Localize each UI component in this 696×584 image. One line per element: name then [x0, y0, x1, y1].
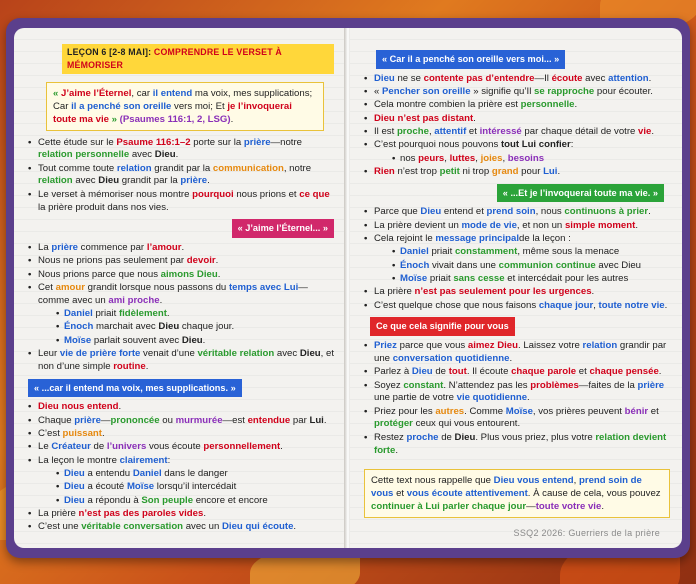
- list-item: La prière n’est pas des paroles vides.: [28, 508, 334, 521]
- list-item: Il est proche, attentif et intéressé par…: [364, 126, 670, 139]
- lesson-title: LEÇON 6 [2-8 MAI]: COMPRENDRE LE VERSET …: [62, 44, 334, 74]
- section-header-hears: « ...car il entend ma voix, mes supplica…: [28, 378, 242, 398]
- list-item: Tout comme toute relation grandit par la…: [28, 163, 334, 189]
- list-item: Dieu a répondu à Son peuple encore et en…: [28, 495, 334, 508]
- list-item: Cela montre combien la prière est person…: [364, 99, 670, 112]
- list-item: nos peurs, luttes, joies, besoins: [364, 153, 670, 166]
- list-item: Chaque prière—prononcée ou murmurée—est …: [28, 415, 334, 428]
- footer-caption: SSQ2 2026: Guerriers de la prière: [513, 528, 660, 539]
- list-item: Restez proche de Dieu. Plus vous priez, …: [364, 432, 670, 458]
- section3-list: Dieu ne se contente pas d’entendre—Il éc…: [364, 73, 670, 179]
- list-item: Dieu n’est pas distant.: [364, 113, 670, 126]
- list-item: Nous ne prions pas seulement par devoir.: [28, 255, 334, 268]
- section-header-meaning: Ce que cela signifie pour vous: [370, 317, 515, 337]
- section-header-love: « J’aime l’Éternel... »: [231, 219, 334, 239]
- section1-list: La prière commence par l’amour. Nous ne …: [28, 242, 334, 373]
- list-item: Priez pour les autres. Comme Moïse, vos …: [364, 406, 670, 432]
- list-item: Énoch marchait avec Dieu chaque jour.: [28, 321, 334, 334]
- section5-list: Priez parce que vous aimez Dieu. Laissez…: [364, 340, 670, 457]
- left-page: LEÇON 6 [2-8 MAI]: COMPRENDRE LE VERSET …: [14, 28, 346, 548]
- memory-verse-quote: « J’aime l’Éternel, car il entend ma voi…: [46, 81, 324, 131]
- list-item: Dieu a écouté Moïse lorsqu’il intercédai…: [28, 481, 334, 494]
- list-item: Le verset à mémoriser nous montre pourqu…: [28, 189, 334, 215]
- list-item: Dieu a entendu Daniel dans le danger: [28, 468, 334, 481]
- list-item: Moïse priait sans cesse et intercédait p…: [364, 273, 670, 286]
- list-item: Dieu ne se contente pas d’entendre—Il éc…: [364, 73, 670, 86]
- list-item: Parce que Dieu entend et prend soin, nou…: [364, 206, 670, 219]
- intro-list: Cette étude sur le Psaume 116:1–2 porte …: [28, 137, 334, 215]
- list-item: Dieu nous entend.: [28, 401, 334, 414]
- section-header-invoke: « ...Et je l’invoquerai toute ma vie. »: [496, 183, 664, 203]
- list-item: Parlez à Dieu de tout. Il écoute chaque …: [364, 366, 670, 379]
- list-item: La leçon le montre clairement:: [28, 455, 334, 468]
- list-item: Soyez constant. N’attendez pas les probl…: [364, 380, 670, 406]
- list-item: C’est puissant.: [28, 428, 334, 441]
- list-item: C’est quelque chose que nous faisons cha…: [364, 300, 670, 313]
- list-item: Énoch vivait dans une communion continue…: [364, 260, 670, 273]
- list-item: Moïse parlait souvent avec Dieu.: [28, 335, 334, 348]
- list-item: Cela rejoint le message principalde la l…: [364, 233, 670, 246]
- list-item: La prière n’est pas seulement pour les u…: [364, 286, 670, 299]
- list-item: Nous prions parce que nous aimons Dieu.: [28, 269, 334, 282]
- list-item: Le Créateur de l’univers vous écoute per…: [28, 441, 334, 454]
- list-item: Daniel priait constamment, même sous la …: [364, 246, 670, 259]
- list-item: Cet amour grandit lorsque nous passons d…: [28, 282, 334, 308]
- right-page: « Car il a penché son oreille vers moi..…: [350, 28, 682, 548]
- list-item: Cette étude sur le Psaume 116:1–2 porte …: [28, 137, 334, 163]
- list-item: La prière devient un mode de vie, et non…: [364, 220, 670, 233]
- list-item: Priez parce que vous aimez Dieu. Laissez…: [364, 340, 670, 366]
- section2-list: Dieu nous entend. Chaque prière—prononcé…: [28, 401, 334, 533]
- list-item: La prière commence par l’amour.: [28, 242, 334, 255]
- list-item: C’est une véritable conversation avec un…: [28, 521, 334, 534]
- summary-note: Cette text nous rappelle que Dieu vous e…: [364, 469, 670, 519]
- list-item: Daniel priait fidèlement.: [28, 308, 334, 321]
- list-item: C’est pourquoi nous pouvons tout Lui con…: [364, 139, 670, 152]
- section-header-ear: « Car il a penché son oreille vers moi..…: [376, 50, 566, 69]
- list-item: Leur vie de prière forte venait d’une vé…: [28, 348, 334, 374]
- list-item: Rien n’est trop petit ni trop grand pour…: [364, 166, 670, 179]
- list-item: « Pencher son oreille » signifie qu’Il s…: [364, 86, 670, 99]
- notebook: LEÇON 6 [2-8 MAI]: COMPRENDRE LE VERSET …: [6, 18, 690, 558]
- section4-list: Parce que Dieu entend et prend soin, nou…: [364, 206, 670, 312]
